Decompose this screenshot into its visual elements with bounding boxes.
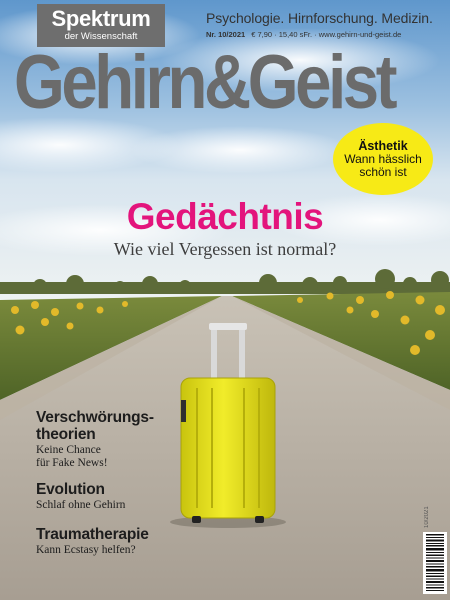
teaser-title: Traumatherapie [36,526,149,543]
teaser-badge: Ästhetik Wann hässlich schön ist [333,123,433,195]
magazine-masthead: Gehirn&Geist [14,40,397,125]
barcode [423,532,447,594]
teaser-title: Verschwörungs- theorien [36,409,154,443]
side-issue-code: 10/2021 [424,506,430,528]
badge-title: Ästhetik [358,138,408,153]
teaser-evolution: Evolution Schlaf ohne Gehirn [36,481,186,512]
teaser-text: Kann Ecstasy helfen? [36,544,136,556]
cover-headline: Gedächtnis [126,196,324,237]
teaser-title: Evolution [36,481,105,498]
teaser-trauma-therapy: Traumatherapie Kann Ecstasy helfen? [36,526,186,557]
publisher-name: Spektrum [51,6,151,31]
cover-subline: Wie viel Vergessen ist normal? [113,239,337,259]
teaser-conspiracy: Verschwörungs- theorien Keine Chance für… [36,409,186,470]
teaser-text: Schlaf ohne Gehirn [36,499,126,511]
teaser-text: Keine Chance für Fake News! [36,444,108,469]
magazine-cover: Spektrum der Wissenschaft Psychologie. H… [0,0,450,600]
badge-text: Wann hässlich schön ist [344,151,422,179]
magazine-tagline: Psychologie. Hirnforschung. Medizin. [206,10,433,26]
